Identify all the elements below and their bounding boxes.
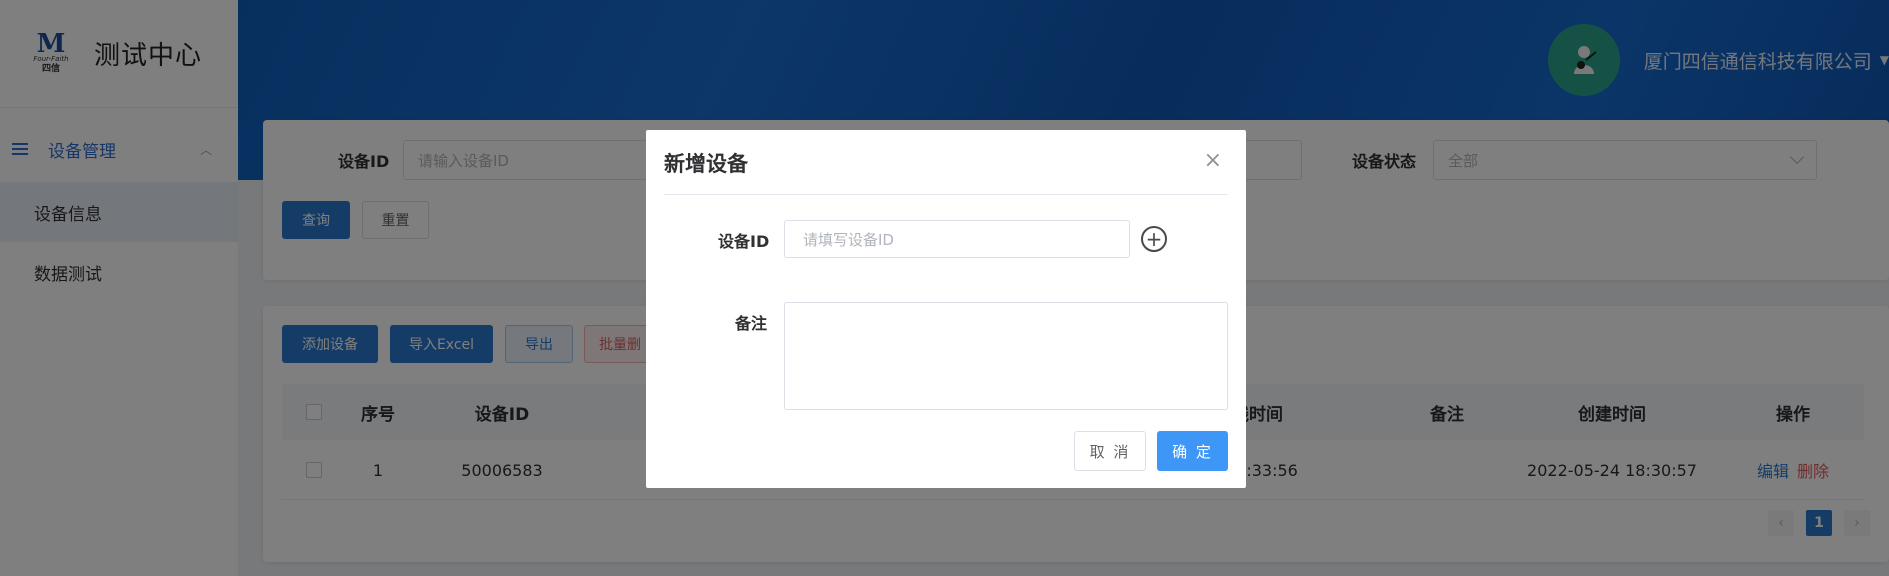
dialog-remark-textarea[interactable] (784, 302, 1228, 410)
cancel-button[interactable]: 取 消 (1074, 431, 1146, 471)
dialog-title: 新增设备 (664, 152, 748, 176)
add-device-dialog: 新增设备 × 设备ID 请填写设备ID + 备注 取 消 确 定 (646, 130, 1246, 488)
dialog-device-id-placeholder: 请填写设备ID (803, 230, 894, 249)
dialog-remark-label: 备注 (735, 314, 768, 333)
add-circle-icon[interactable]: + (1141, 226, 1167, 252)
dialog-device-id-input[interactable]: 请填写设备ID (784, 220, 1130, 258)
confirm-button[interactable]: 确 定 (1157, 431, 1228, 471)
close-icon[interactable]: × (1204, 150, 1222, 172)
dialog-divider (664, 194, 1228, 195)
dialog-device-id-label: 设备ID (718, 232, 770, 251)
